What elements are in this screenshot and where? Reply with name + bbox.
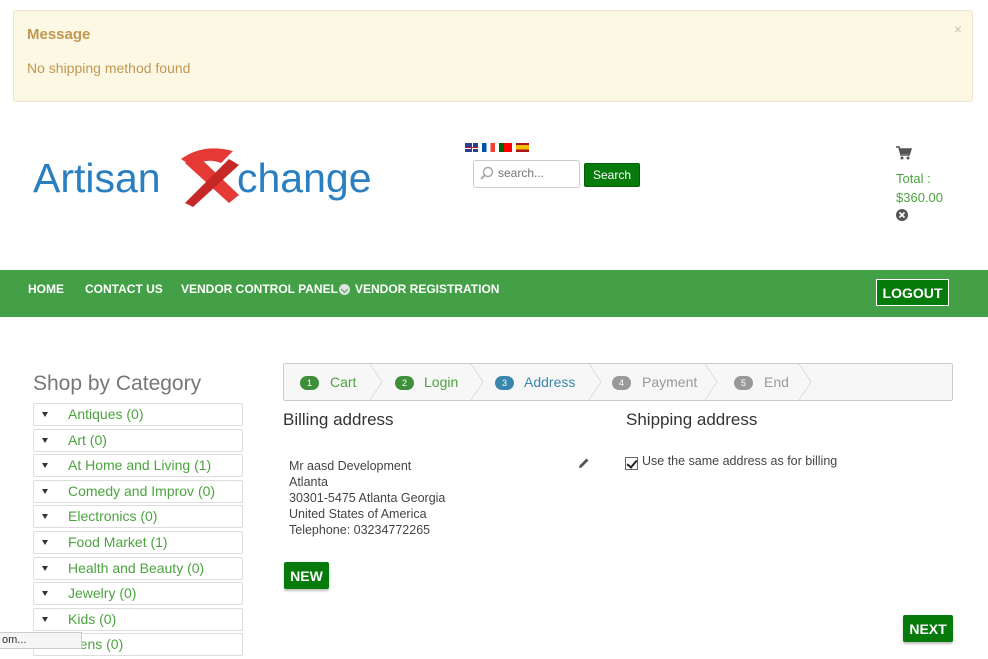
alert-message: Message No shipping method found × (13, 10, 973, 102)
step-label: Payment (642, 374, 698, 390)
step-number: 1 (300, 376, 319, 390)
next-button[interactable]: NEXT (903, 615, 953, 642)
billing-line: United States of America (289, 507, 427, 521)
remove-icon[interactable] (896, 209, 908, 221)
category-label: Food Market (1) (68, 533, 168, 550)
caret-down-icon (42, 463, 48, 469)
shipping-title: Shipping address (626, 410, 758, 429)
cart-total: Total : $360.00 (896, 169, 976, 207)
search-input[interactable] (498, 166, 576, 180)
cart-total-label: Total : (896, 171, 931, 186)
category-label: Antiques (0) (68, 406, 144, 422)
step-number: 4 (612, 376, 631, 390)
step-address[interactable]: 3 Address (479, 364, 594, 400)
alert-title: Message (27, 26, 91, 43)
caret-down-icon (42, 539, 48, 545)
category-label: Comedy and Improv (0) (68, 482, 216, 499)
edit-pencil-icon[interactable] (578, 457, 590, 469)
sidebar-title: Shop by Category (33, 372, 202, 395)
category-item[interactable]: Art (0) (33, 428, 243, 452)
flag-pt-icon[interactable] (499, 143, 512, 152)
billing-line: Telephone: 03234772265 (289, 523, 431, 537)
step-number: 5 (734, 376, 753, 390)
category-item[interactable]: Health and Beauty (0) (33, 556, 243, 580)
logout-button[interactable]: LOGOUT (876, 279, 949, 306)
category-item[interactable]: Food Market (1) (33, 530, 243, 554)
category-item[interactable]: At Home and Living (1) (33, 454, 243, 478)
alert-text: No shipping method found (27, 60, 191, 76)
close-icon[interactable]: × (954, 21, 962, 37)
caret-down-icon (42, 514, 48, 520)
same-address-checkbox[interactable] (625, 457, 638, 470)
caret-down-icon (42, 565, 48, 571)
cart-icon[interactable] (896, 146, 913, 160)
category-label: Health and Beauty (0) (68, 559, 205, 576)
billing-line: Mr aasd Development (289, 459, 412, 473)
step-cart[interactable]: 1 Cart (284, 364, 379, 400)
category-item[interactable]: Jewelry (0) (33, 582, 243, 606)
chevron-down-icon (338, 284, 350, 295)
category-label: At Home and Living (1) (68, 457, 212, 474)
category-label: Kids (0) (68, 610, 117, 627)
nav-vendor-control-panel[interactable]: VENDOR CONTROL PANEL (181, 282, 350, 296)
same-address-label: Use the same address as for billing (642, 454, 838, 468)
checkout-steps: 1 Cart 2 Login 3 Address 4 Payment 5 End (283, 363, 953, 401)
nav-vendor-control-panel-label: VENDOR CONTROL PANEL (181, 282, 338, 296)
caret-down-icon (42, 412, 48, 417)
step-login[interactable]: 2 Login (379, 364, 474, 400)
category-label: Jewelry (0) (68, 585, 137, 602)
step-label: End (764, 374, 789, 390)
category-item[interactable]: Antiques (0) (33, 403, 243, 426)
new-address-button[interactable]: NEW (284, 562, 329, 589)
nav-contact-us[interactable]: CONTACT US (85, 282, 163, 296)
cart-module: Total : $360.00 (896, 146, 976, 226)
category-item[interactable]: Electronics (0) (33, 505, 243, 529)
flag-en-icon[interactable] (465, 143, 478, 152)
caret-down-icon (42, 591, 48, 597)
step-number: 2 (395, 376, 414, 390)
caret-down-icon (42, 616, 48, 622)
step-separator (798, 364, 812, 400)
cart-total-value: $360.00 (896, 190, 943, 205)
search-icon (480, 166, 494, 180)
status-bar: om... (0, 632, 82, 649)
billing-address: Mr aasd Development Atlanta 30301-5475 A… (289, 458, 445, 538)
main-nav: HOME CONTACT US VENDOR CONTROL PANEL VEN… (0, 270, 988, 317)
svg-text:Artisan: Artisan (33, 155, 161, 201)
language-flags (465, 143, 529, 152)
category-label: Electronics (0) (68, 508, 158, 525)
flag-es-icon[interactable] (516, 143, 529, 152)
category-label: Art (0) (68, 431, 107, 448)
billing-line: 30301-5475 Atlanta Georgia (289, 491, 446, 505)
step-label: Login (424, 374, 459, 390)
step-number: 3 (495, 376, 514, 390)
step-label: Address (524, 374, 576, 390)
nav-vendor-registration[interactable]: VENDOR REGISTRATION (355, 282, 499, 296)
category-item[interactable]: Kids (0) (33, 607, 243, 631)
step-end: 5 End (718, 364, 808, 400)
category-item[interactable]: Comedy and Improv (0) (33, 479, 243, 503)
nav-home[interactable]: HOME (28, 282, 64, 296)
category-list: Antiques (0) Art (0) At Home and Living … (33, 403, 243, 659)
billing-line: Atlanta (289, 475, 328, 489)
search-button[interactable]: Search (584, 163, 640, 187)
svg-text:change: change (237, 155, 372, 201)
billing-title: Billing address (283, 410, 394, 429)
caret-down-icon (42, 488, 48, 494)
flag-fr-icon[interactable] (482, 143, 495, 152)
step-label: Cart (330, 374, 357, 390)
search-box (473, 160, 580, 188)
logo[interactable]: Artisan change (33, 145, 385, 209)
caret-down-icon (42, 437, 48, 443)
